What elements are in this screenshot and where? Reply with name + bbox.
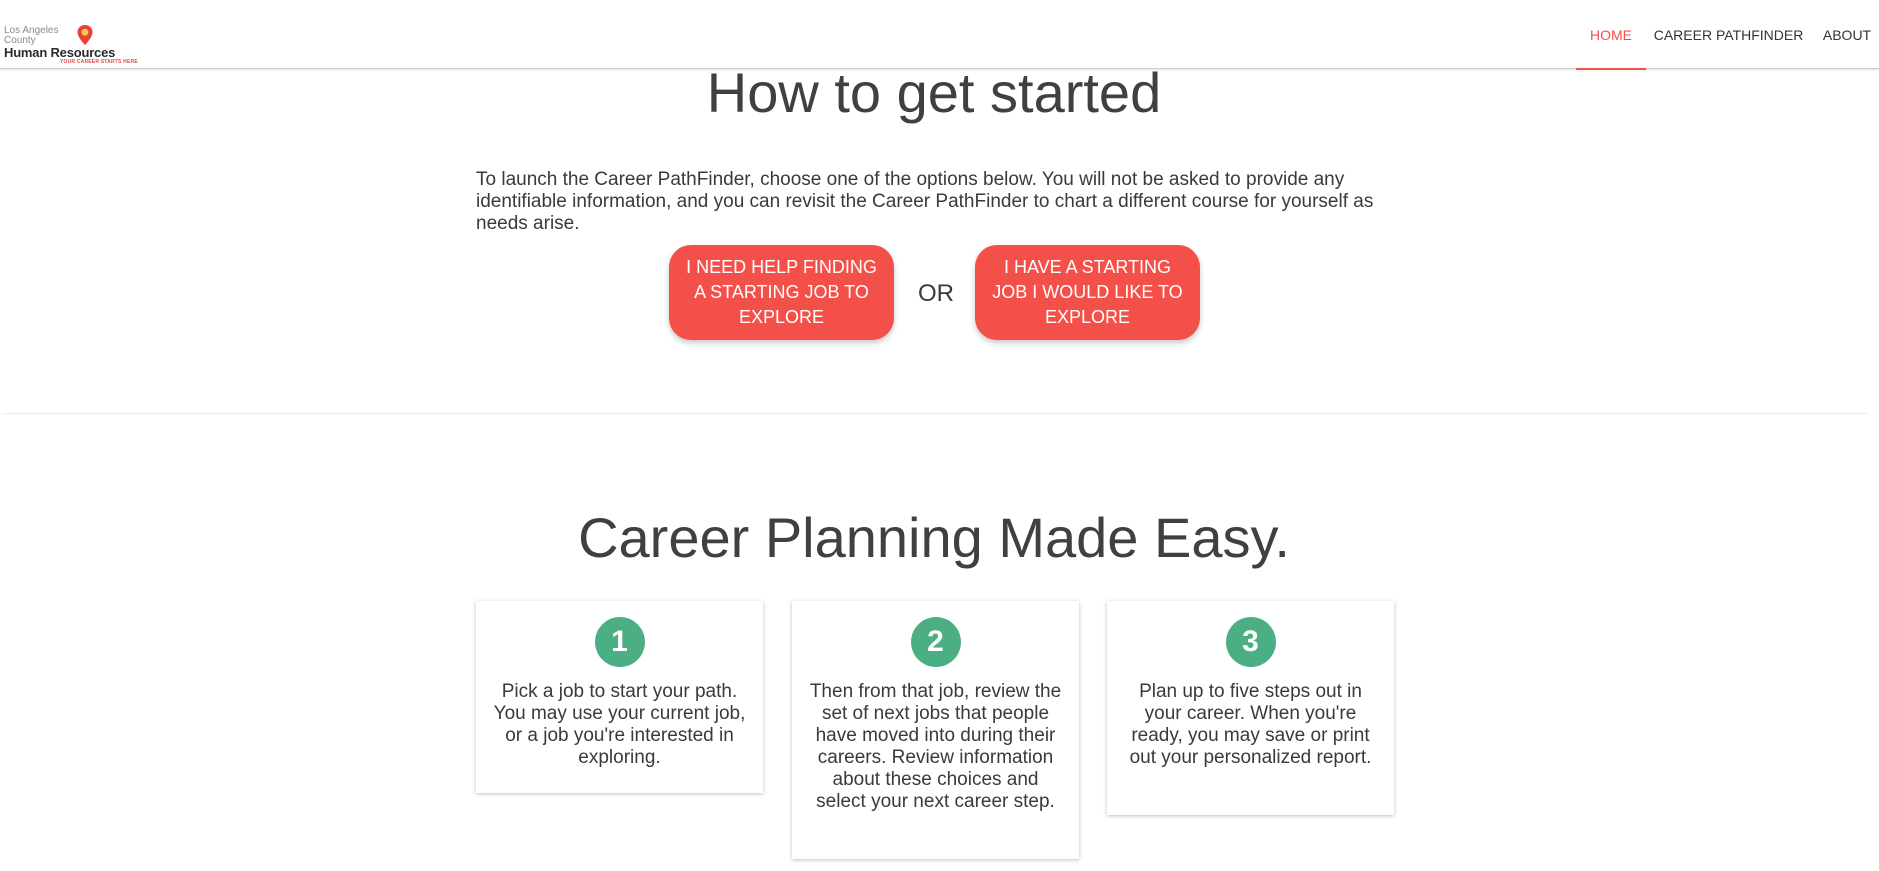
need-help-starting-job-button[interactable]: I NEED HELP FINDING A STARTING JOB TO EX…	[669, 245, 894, 340]
step-number-badge: 2	[910, 617, 961, 667]
step-description: Then from that job, review the set of ne…	[809, 681, 1062, 812]
nav-career-pathfinder[interactable]: CAREER PATHFINDER	[1646, 0, 1811, 69]
get-started-title: How to get started	[706, 61, 1162, 124]
nav-home[interactable]: HOME	[1576, 0, 1646, 70]
step-card-2: 2 Then from that job, review the set of …	[792, 601, 1079, 859]
step-description: Plan up to five steps out in your career…	[1129, 681, 1372, 768]
section-divider	[2, 413, 1868, 414]
location-pin-icon	[77, 25, 93, 45]
top-navbar: Los Angeles County Human Resources YOUR …	[0, 0, 1879, 70]
step-description: Pick a job to start your path. You may u…	[493, 681, 746, 768]
logo-text-line3: Human Resources	[4, 45, 116, 60]
step-number-badge: 1	[594, 617, 645, 667]
main-nav: HOME CAREER PATHFINDER ABOUT	[1576, 0, 1879, 70]
have-starting-job-button[interactable]: I HAVE A STARTING JOB I WOULD LIKE TO EX…	[975, 245, 1200, 340]
get-started-intro: To launch the Career PathFinder, choose …	[476, 169, 1374, 234]
step-number-badge: 3	[1225, 617, 1276, 667]
nav-about[interactable]: ABOUT	[1811, 0, 1879, 69]
step-card-1: 1 Pick a job to start your path. You may…	[476, 601, 763, 793]
site-logo[interactable]: Los Angeles County Human Resources YOUR …	[4, 22, 138, 65]
or-separator: OR	[918, 280, 954, 307]
step-card-3: 3 Plan up to five steps out in your care…	[1107, 601, 1394, 815]
career-planning-title: Career Planning Made Easy.	[578, 506, 1290, 569]
logo-tagline: YOUR CAREER STARTS HERE	[60, 59, 138, 65]
